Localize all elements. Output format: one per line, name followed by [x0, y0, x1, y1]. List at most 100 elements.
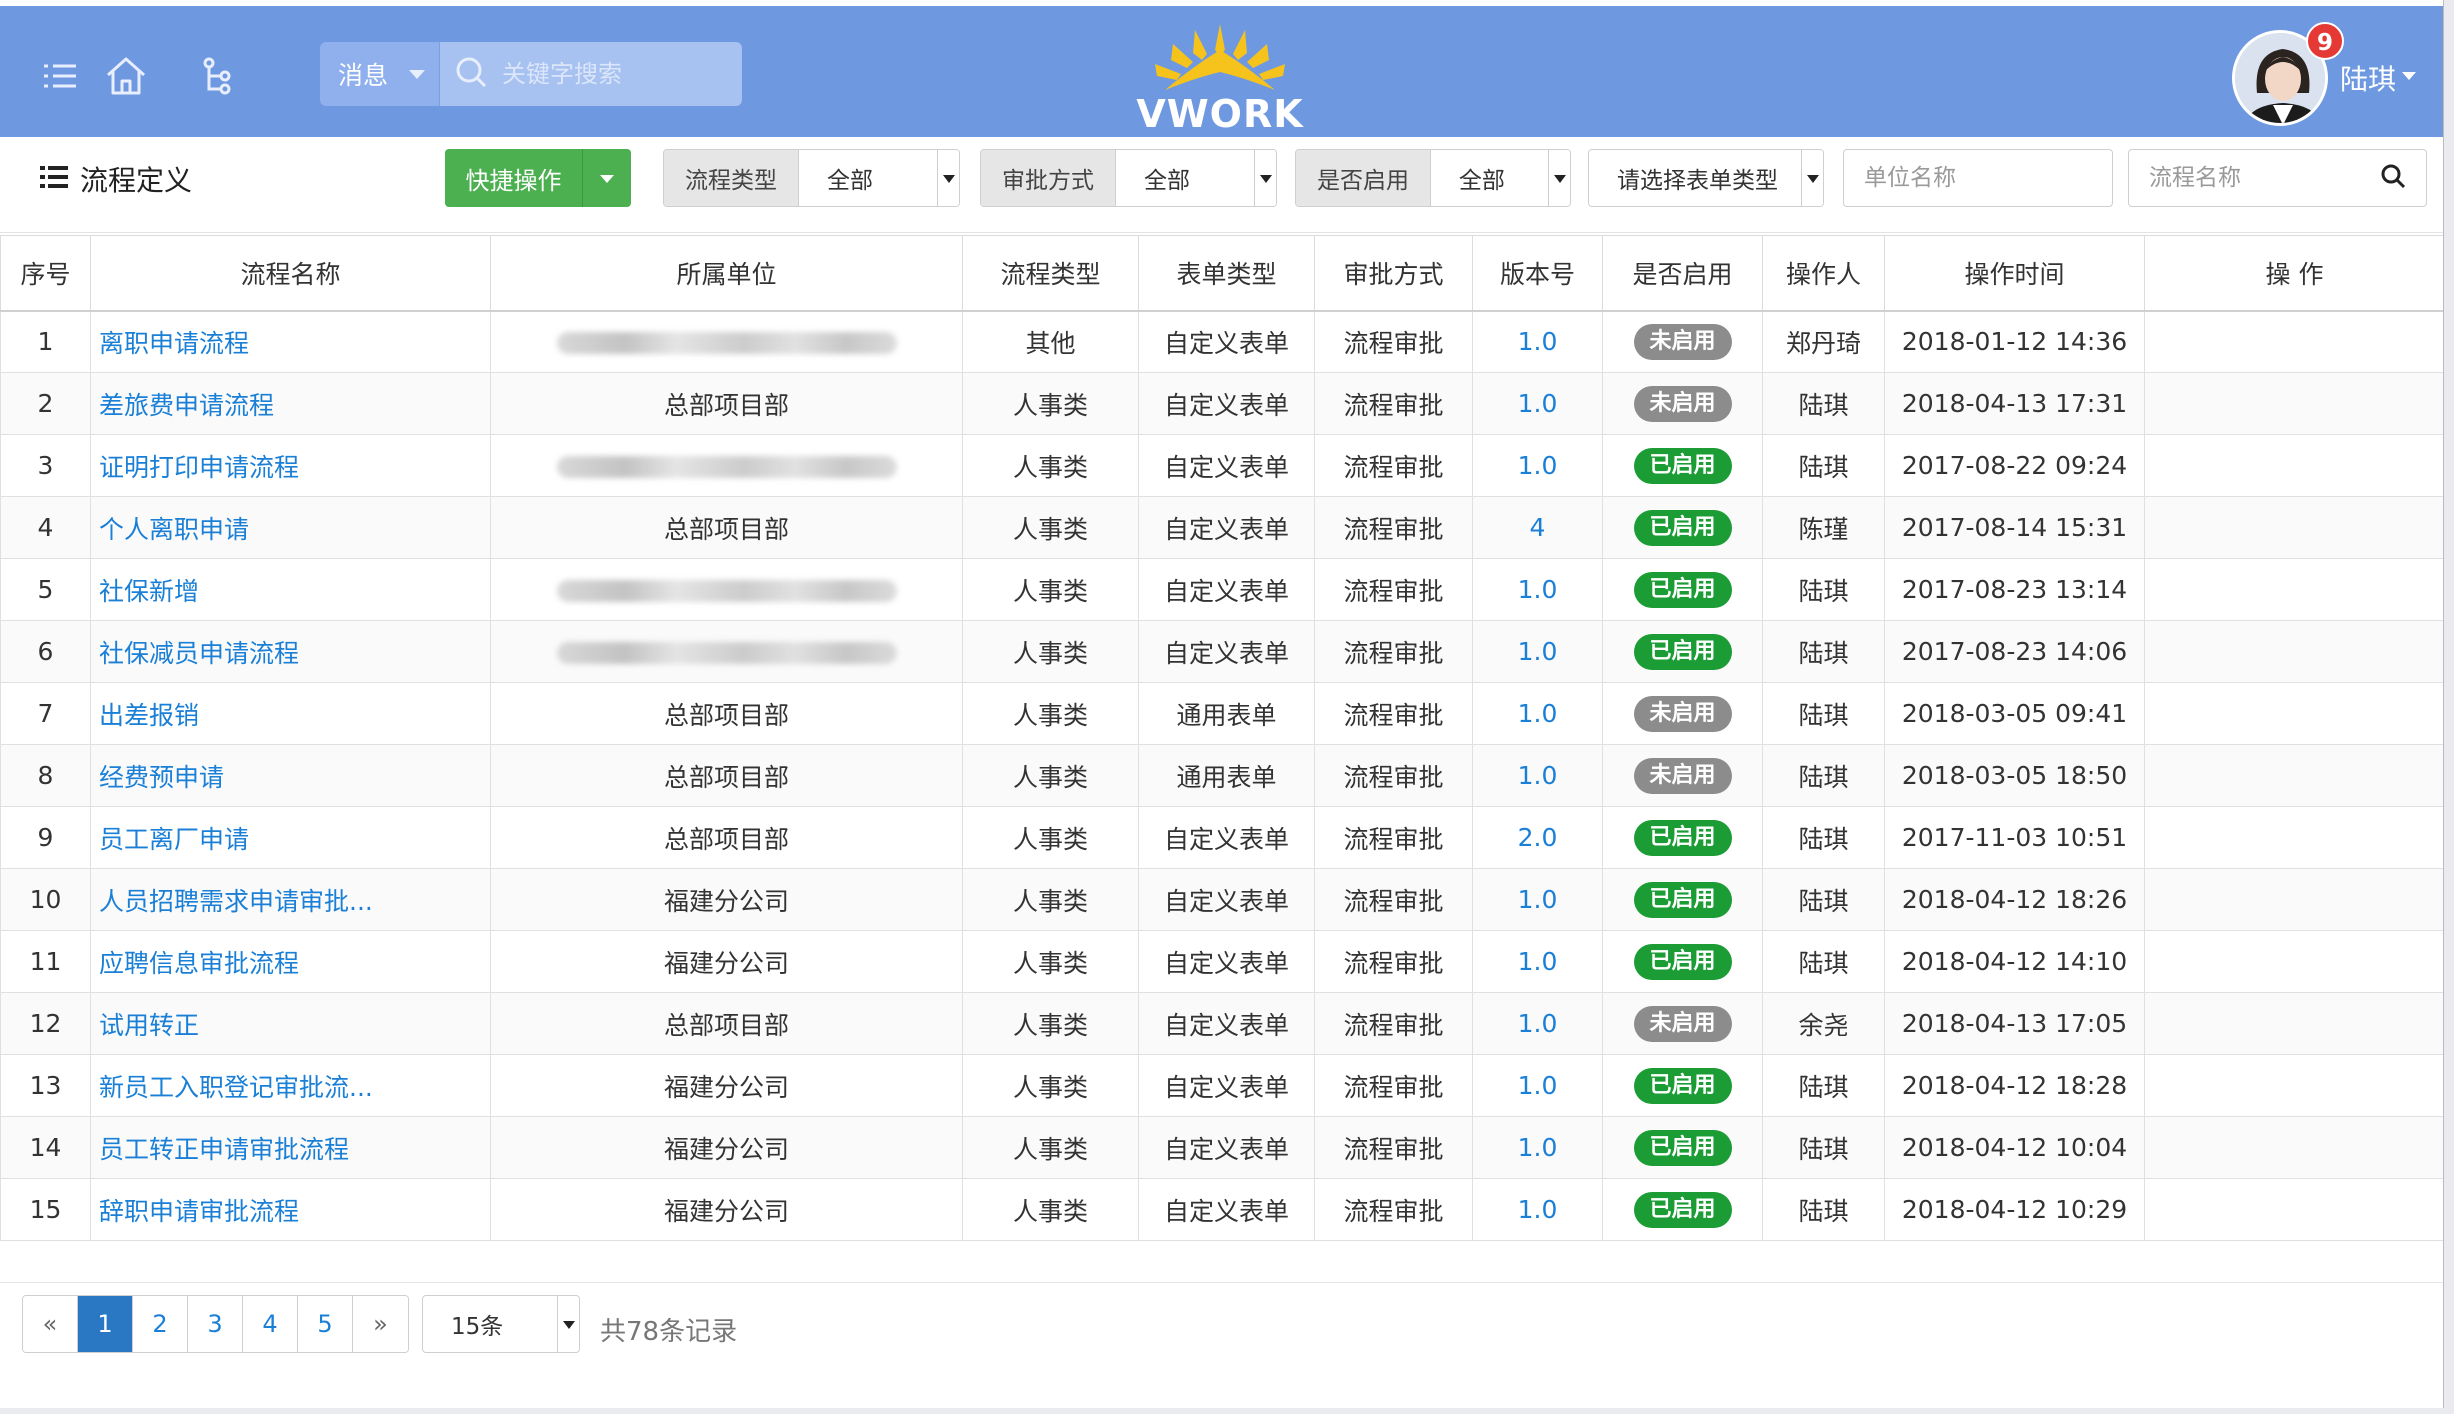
actions-cell[interactable]: [2144, 434, 2443, 497]
row-number: 1: [0, 310, 91, 373]
actions-cell[interactable]: [2144, 1178, 2443, 1241]
select-value: 请选择表单类型: [1617, 168, 1778, 194]
process-name-link[interactable]: 出差报销: [99, 701, 199, 730]
actions-cell[interactable]: [2144, 992, 2443, 1055]
version-cell: 1.0: [1472, 930, 1603, 993]
table-row[interactable]: 2 差旅费申请流程 总部项目部 人事类 自定义表单 流程审批 1.0 未启用 陆琪 2018-04…: [0, 372, 2443, 435]
table-row[interactable]: 7 出差报销 总部项目部 人事类 通用表单 流程审批 1.0 未启用 陆琪 2018-03-05 …: [0, 682, 2443, 745]
process-name-link[interactable]: 辞职申请审批流程: [99, 1197, 299, 1226]
process-name-link[interactable]: 员工转正申请审批流程: [99, 1135, 349, 1164]
approval-method-cell: 流程审批: [1314, 310, 1473, 373]
enabled-select[interactable]: 全部: [1430, 150, 1570, 206]
operator-cell: 陆琪: [1762, 1116, 1885, 1179]
notification-badge[interactable]: 9: [2306, 22, 2344, 60]
process-name-link[interactable]: 应聘信息审批流程: [99, 949, 299, 978]
operation-time-cell: 2018-04-12 14:10: [1884, 930, 2145, 993]
status-cell: 未启用: [1602, 682, 1763, 745]
unit-cell: 福建分公司: [490, 1116, 963, 1179]
process-name-input[interactable]: [2129, 150, 2359, 206]
status-badge: 未启用: [1633, 385, 1732, 422]
actions-cell[interactable]: [2144, 868, 2443, 931]
approval-method-cell: 流程审批: [1314, 806, 1473, 869]
status-badge: 已启用: [1633, 1191, 1732, 1228]
page-button-1[interactable]: 1: [78, 1296, 133, 1352]
filter-toolbar: 流程定义 快捷操作 流程类型 全部 审批方式 全部 是否启用 全部 请选择表单类…: [0, 137, 2443, 233]
page-title: 流程定义: [40, 159, 192, 199]
table-row[interactable]: 8 经费预申请 总部项目部 人事类 通用表单 流程审批 1.0 未启用 陆琪 2018-03-05…: [0, 744, 2443, 807]
table-row[interactable]: 5 社保新增 人事类 自定义表单 流程审批 1.0 已启用 陆琪 2017-08-23 13:1…: [0, 558, 2443, 621]
table-row[interactable]: 6 社保减员申请流程 人事类 自定义表单 流程审批 1.0 已启用 陆琪 2017-08-23 …: [0, 620, 2443, 683]
process-type-select[interactable]: 全部: [799, 150, 959, 206]
home-icon[interactable]: [104, 54, 148, 98]
process-name-link[interactable]: 员工离厂申请: [99, 825, 249, 854]
form-type-cell: 自定义表单: [1138, 930, 1315, 993]
actions-cell[interactable]: [2144, 558, 2443, 621]
quick-action-button[interactable]: 快捷操作: [445, 149, 583, 207]
page-button-4[interactable]: 4: [243, 1296, 298, 1352]
process-type-cell: 人事类: [962, 930, 1139, 993]
search-button[interactable]: [2359, 149, 2427, 207]
table-row[interactable]: 9 员工离厂申请 总部项目部 人事类 自定义表单 流程审批 2.0 已启用 陆琪 2017-11-…: [0, 806, 2443, 869]
table-row[interactable]: 11 应聘信息审批流程 福建分公司 人事类 自定义表单 流程审批 1.0 已启用 陆琪 2018-…: [0, 930, 2443, 993]
process-name-link[interactable]: 经费预申请: [99, 763, 224, 792]
select-value: 全部: [1458, 168, 1505, 194]
page-button-2[interactable]: 2: [133, 1296, 188, 1352]
approval-method-select[interactable]: 全部: [1116, 150, 1276, 206]
prev-page-button[interactable]: «: [23, 1296, 78, 1352]
process-name-link[interactable]: 社保减员申请流程: [99, 639, 299, 668]
keyword-search-input[interactable]: [502, 60, 742, 88]
actions-cell[interactable]: [2144, 930, 2443, 993]
unit-name-input[interactable]: [1844, 150, 2112, 206]
table-row[interactable]: 13 新员工入职登记审批流... 福建分公司 人事类 自定义表单 流程审批 1.0 已启用 陆琪…: [0, 1054, 2443, 1117]
process-name-link[interactable]: 试用转正: [99, 1011, 199, 1040]
page-size-select[interactable]: 15条: [422, 1295, 580, 1353]
table-row[interactable]: 15 辞职申请审批流程 福建分公司 人事类 自定义表单 流程审批 1.0 已启用 陆琪 2018-…: [0, 1178, 2443, 1241]
quick-action-dropdown-toggle[interactable]: [583, 149, 631, 207]
process-name-link[interactable]: 离职申请流程: [99, 329, 249, 358]
version-cell: 2.0: [1472, 806, 1603, 869]
message-type-select[interactable]: 消息: [320, 42, 440, 106]
operator-cell: 陆琪: [1762, 868, 1885, 931]
actions-cell[interactable]: [2144, 1116, 2443, 1179]
table-header-row: 序号 流程名称 所属单位 流程类型 表单类型 审批方式 版本号 是否启用 操作人 操作时间操 作: [0, 235, 2443, 312]
table-row[interactable]: 10 人员招聘需求申请审批... 福建分公司 人事类 自定义表单 流程审批 1.0 已启用 陆琪…: [0, 868, 2443, 931]
actions-cell[interactable]: [2144, 1054, 2443, 1117]
user-menu-chevron-icon[interactable]: [2402, 72, 2416, 80]
operator-cell: 陆琪: [1762, 806, 1885, 869]
form-type-select[interactable]: 请选择表单类型: [1589, 150, 1823, 206]
chevron-down-icon: [557, 1296, 579, 1352]
operation-time-cell: 2017-08-23 13:14: [1884, 558, 2145, 621]
process-type-cell: 人事类: [962, 992, 1139, 1055]
operation-time-cell: 2018-04-12 18:26: [1884, 868, 2145, 931]
table-row[interactable]: 1 离职申请流程 其他 自定义表单 流程审批 1.0 未启用 郑丹琦 2018-01-12 14…: [0, 310, 2443, 373]
process-name-link[interactable]: 证明打印申请流程: [99, 453, 299, 482]
table-row[interactable]: 12 试用转正 总部项目部 人事类 自定义表单 流程审批 1.0 未启用 余尧 2018-04-1…: [0, 992, 2443, 1055]
page-button-5[interactable]: 5: [298, 1296, 353, 1352]
user-name[interactable]: 陆琪: [2340, 58, 2396, 98]
next-page-button[interactable]: »: [353, 1296, 408, 1352]
page-button-3[interactable]: 3: [188, 1296, 243, 1352]
process-name-link[interactable]: 新员工入职登记审批流...: [99, 1073, 373, 1102]
actions-cell[interactable]: [2144, 806, 2443, 869]
list-icon[interactable]: [38, 54, 82, 98]
actions-cell[interactable]: [2144, 310, 2443, 373]
row-number: 11: [0, 930, 91, 993]
actions-cell[interactable]: [2144, 744, 2443, 807]
process-name-cell: 经费预申请: [90, 744, 491, 807]
actions-cell[interactable]: [2144, 620, 2443, 683]
filter-enabled: 是否启用 全部: [1295, 149, 1571, 207]
org-tree-icon[interactable]: [198, 54, 242, 98]
actions-cell[interactable]: [2144, 372, 2443, 435]
table-row[interactable]: 4 个人离职申请 总部项目部 人事类 自定义表单 流程审批 4 已启用 陈瑾 2017-08-14…: [0, 496, 2443, 559]
actions-cell[interactable]: [2144, 682, 2443, 745]
actions-cell[interactable]: [2144, 496, 2443, 559]
approval-method-cell: 流程审批: [1314, 1116, 1473, 1179]
process-name-link[interactable]: 社保新增: [99, 577, 199, 606]
process-name-link[interactable]: 个人离职申请: [99, 515, 249, 544]
table-row[interactable]: 14 员工转正申请审批流程 福建分公司 人事类 自定义表单 流程审批 1.0 已启用 陆琪 201…: [0, 1116, 2443, 1179]
process-name-link[interactable]: 差旅费申请流程: [99, 391, 274, 420]
operation-time-cell: 2018-01-12 14:36: [1884, 310, 2145, 373]
keyword-search-box: [440, 42, 742, 106]
process-name-link[interactable]: 人员招聘需求申请审批...: [99, 887, 373, 916]
table-row[interactable]: 3 证明打印申请流程 人事类 自定义表单 流程审批 1.0 已启用 陆琪 2017-08-22 …: [0, 434, 2443, 497]
